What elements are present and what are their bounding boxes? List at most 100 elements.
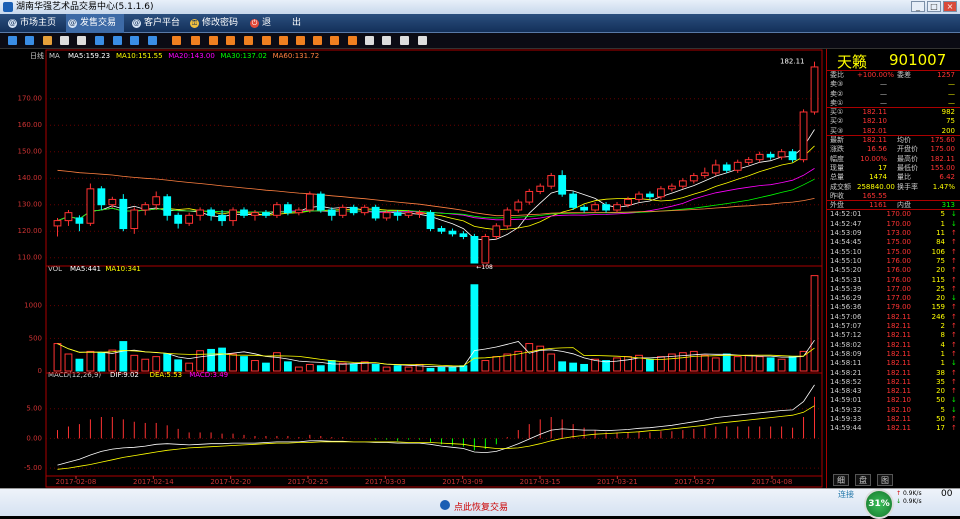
candle-body [86, 188, 95, 224]
line-chart-icon[interactable] [25, 36, 34, 45]
minute-chart-icon[interactable] [77, 36, 86, 45]
cell: 182.11 [886, 377, 912, 386]
tab-chart[interactable]: 图 [877, 474, 893, 486]
cell: 14:56:36 [830, 303, 862, 312]
volume-bar [86, 350, 95, 372]
candle-body [294, 209, 303, 214]
monthly-chart-icon[interactable] [130, 36, 139, 45]
low-price-label: ←108 [476, 264, 493, 271]
menu-client-platform[interactable]: @ 客户平台 [130, 14, 180, 33]
minimize-button[interactable]: _ [911, 1, 925, 12]
cell: 182.11 [886, 414, 912, 423]
candle-body [404, 212, 413, 216]
candle-body [327, 209, 336, 216]
cell: — [880, 98, 887, 107]
stat-row: 幅度 10.00% 最高价 182.11 [827, 155, 960, 164]
tool11-icon[interactable] [348, 36, 357, 45]
tool2-icon[interactable] [191, 36, 200, 45]
tool3-icon[interactable] [209, 36, 218, 45]
volume-bar [185, 362, 194, 372]
bid-row: 买② 182.10 75 [827, 117, 960, 126]
draw-icon[interactable] [400, 36, 409, 45]
candle-body [229, 209, 237, 222]
tool5-icon[interactable] [244, 36, 253, 45]
volume-bar [207, 348, 215, 372]
stat-row: 涨跌 16.56 开盘价 175.00 [827, 145, 960, 154]
volume-bar [196, 350, 205, 372]
menu-issue-trade[interactable]: @ 发售交易 [66, 14, 124, 33]
cell: ↓ [951, 396, 957, 405]
kline-chart: 日线 MA VOL MACD(12,26,9) 110.00120.00130.… [18, 49, 823, 488]
cell: ↑ [951, 229, 957, 238]
daily-chart-icon[interactable] [95, 36, 104, 45]
f10-icon[interactable] [148, 36, 157, 45]
cell: 175.00 [886, 247, 912, 256]
zoom-in-icon[interactable] [365, 36, 374, 45]
close-button[interactable]: × [943, 1, 957, 12]
cell: 170.00 [886, 219, 912, 228]
settings-icon[interactable] [418, 36, 427, 45]
menu-exit-2[interactable]: 出 [278, 14, 301, 33]
weekly-chart-icon[interactable] [113, 36, 122, 45]
bid-row: 买① 182.11 982 [827, 108, 960, 117]
bar-chart-icon[interactable] [8, 36, 17, 45]
cell: 20 [936, 294, 945, 303]
zoom-out-icon[interactable] [382, 36, 391, 45]
cell: 35 [936, 377, 945, 386]
volume-bar [624, 356, 632, 372]
volume-bar [229, 353, 237, 372]
calendar-icon[interactable] [60, 36, 69, 45]
ma-legend: MA5:159.23 [68, 52, 110, 60]
menu-exit[interactable]: ⏻ 退 [248, 14, 271, 33]
tab-detail[interactable]: 细 [833, 474, 849, 486]
tool9-icon[interactable] [313, 36, 322, 45]
cell: 14:57:12 [830, 331, 862, 340]
cell: 258840.00 [857, 182, 895, 191]
cell: ↑ [951, 266, 957, 275]
tool1-icon[interactable] [172, 36, 181, 45]
cell: 最高价 [897, 154, 918, 163]
cell: 14:58:43 [830, 387, 862, 396]
tool6-icon[interactable] [262, 36, 271, 45]
tab-book[interactable]: 盘 [855, 474, 871, 486]
menu-label: 发售交易 [80, 18, 117, 28]
tool4-icon[interactable] [226, 36, 235, 45]
cell: 昨收 [830, 191, 844, 200]
cell: — [880, 80, 887, 89]
cell: 1161 [869, 201, 887, 210]
globe-icon: @ [132, 19, 141, 28]
x-date-label: 2017-03-09 [442, 478, 483, 486]
cell: 84 [936, 238, 945, 247]
volume-bar [393, 365, 402, 372]
kline-icon[interactable] [43, 36, 52, 45]
tick-list[interactable]: 14:52:01 170.00 5 ↓ 14:52:47 170.00 1 ↓ 14:53:09… [827, 210, 960, 433]
tick-row: 14:59:44 182.11 17 ↑ [827, 424, 960, 433]
menu-change-password[interactable]: ⚿ 修改密码 [188, 14, 238, 33]
volume-bar [766, 357, 775, 372]
cell: 16.56 [866, 145, 887, 154]
ma-legend: MA60:131.72 [273, 52, 320, 60]
tool7-icon[interactable] [279, 36, 288, 45]
candle-body [733, 161, 742, 171]
cell: 14:59:32 [830, 405, 862, 414]
volume-bar [547, 353, 556, 372]
volume-bar [492, 356, 501, 372]
cell: 4 [940, 340, 945, 349]
net-speed: ↑ 0.9K/s ↓ 0.9K/s [896, 490, 922, 505]
power-icon: ⏻ [250, 19, 259, 28]
y-tick-label: 150.00 [18, 148, 43, 156]
cell: 1 [940, 219, 945, 228]
tool8-icon[interactable] [296, 36, 305, 45]
cell: 175.00 [930, 145, 956, 154]
maximize-button[interactable]: □ [927, 1, 941, 12]
candle-body [799, 111, 808, 161]
cell: 1257 [937, 71, 955, 79]
menu-market-home[interactable]: @ 市场主页 [6, 14, 56, 33]
volume-bar [97, 352, 106, 372]
cell: ↑ [951, 387, 957, 396]
cell: 182.10 [886, 405, 912, 414]
cell: 75 [936, 256, 945, 265]
tool10-icon[interactable] [330, 36, 339, 45]
kline-chart-area[interactable]: 日线 MA VOL MACD(12,26,9) 110.00 120.00 130.… [0, 49, 826, 488]
restore-trade-link[interactable]: 点此恢复交易 [440, 500, 508, 513]
